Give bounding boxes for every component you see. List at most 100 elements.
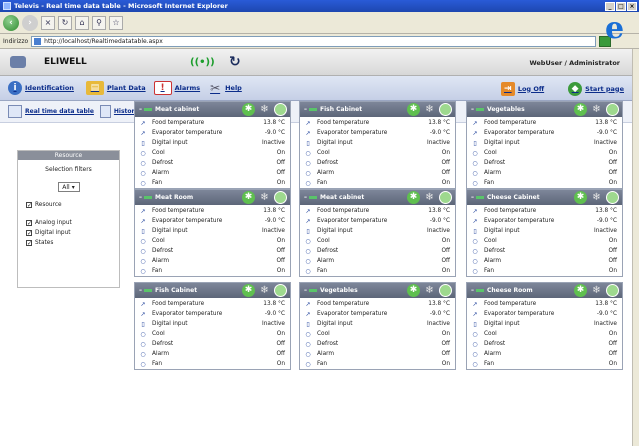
- fan-icon: ✱: [574, 103, 587, 116]
- favorites-icon[interactable]: ☆: [109, 15, 123, 30]
- collapse-icon[interactable]: –: [471, 106, 474, 113]
- status-led-icon: ○: [305, 169, 311, 177]
- cabinet-panel: – Vegetables ✱ ❄ ↗ Food temperature 13.8 °…: [299, 282, 456, 370]
- checkbox-digital-label: Digital input: [35, 230, 71, 236]
- search-icon[interactable]: ⚲: [92, 15, 106, 30]
- row-label: Fan: [317, 361, 328, 367]
- evaporator-icon: ↗: [472, 217, 478, 225]
- collapse-icon[interactable]: –: [139, 106, 142, 113]
- address-bar: Indirizzo http://localhost/Realtimedatat…: [0, 34, 639, 49]
- evaporator-icon: ↗: [305, 129, 311, 137]
- thermometer-icon: ↗: [472, 300, 478, 308]
- row-label: Alarm: [152, 258, 170, 264]
- row-value: Off: [441, 248, 450, 254]
- collapse-icon[interactable]: –: [304, 287, 307, 294]
- row-value: 13.8 °C: [263, 301, 285, 307]
- status-led-icon: ○: [140, 179, 146, 187]
- data-row: ▯ Digital input Inactive: [135, 226, 290, 236]
- minimize-button[interactable]: _: [605, 1, 615, 11]
- close-button[interactable]: ×: [627, 1, 637, 11]
- cabinet-panel: – Meat cabinet ✱ ❄ ↗ Food temperature 13.8…: [299, 189, 456, 277]
- row-value: Off: [608, 248, 617, 254]
- row-value: Inactive: [261, 228, 285, 234]
- checkbox-analog-input[interactable]: ✓ Analog input: [26, 218, 119, 228]
- row-value: Inactive: [593, 140, 617, 146]
- address-input[interactable]: http://localhost/Realtimedatatable.aspx: [31, 35, 597, 47]
- defrost-cycle-icon: [274, 191, 287, 204]
- collapse-icon[interactable]: –: [139, 287, 142, 294]
- menu-identification[interactable]: i Identification: [8, 81, 74, 95]
- menu-help[interactable]: ✂ Help: [208, 81, 242, 95]
- data-row: ▯ Digital input Inactive: [135, 319, 290, 329]
- vertical-scrollbar[interactable]: [632, 49, 639, 446]
- thermometer-icon: ↗: [472, 207, 478, 215]
- checkbox-digital-input[interactable]: ✓ Digital input: [26, 228, 119, 238]
- row-label: Cool: [484, 331, 497, 337]
- cabinet-panel: – Meat cabinet ✱ ❄ ↗ Food temperature 13.8…: [134, 101, 291, 189]
- row-label: Evaporator temperature: [152, 218, 223, 224]
- row-label: Evaporator temperature: [484, 218, 555, 224]
- back-icon[interactable]: ‹: [3, 14, 19, 31]
- collapse-icon[interactable]: –: [304, 106, 307, 113]
- filter-select[interactable]: All ▾: [57, 182, 80, 192]
- snowflake-icon: ❄: [592, 104, 601, 115]
- data-row: ○ Cool On: [300, 236, 455, 246]
- row-label: Evaporator temperature: [317, 311, 388, 317]
- panel-status-icons: ✱ ❄: [574, 103, 619, 116]
- status-led-icon: ○: [472, 330, 478, 338]
- status-flag-icon: [144, 196, 152, 199]
- refresh-page-icon[interactable]: ↻: [58, 15, 72, 30]
- checkbox-states-label: States: [35, 240, 54, 246]
- logoff-link[interactable]: ⇥ Log Off: [500, 81, 544, 96]
- data-row: ↗ Evaporator temperature -9.0 °C: [135, 216, 290, 226]
- panel-rows: ↗ Food temperature 13.8 °C ↗ Evaporator temp…: [467, 117, 622, 188]
- evaporator-icon: ↗: [140, 310, 146, 318]
- defrost-cycle-icon: [274, 103, 287, 116]
- start-page-label: Start page: [585, 84, 624, 93]
- status-flag-icon: [309, 108, 317, 111]
- start-page-link[interactable]: ◆ Start page: [568, 81, 624, 96]
- row-value: Off: [276, 258, 285, 264]
- collapse-icon[interactable]: –: [471, 194, 474, 201]
- address-url: http://localhost/Realtimedatatable.aspx: [44, 37, 163, 45]
- row-label: Digital input: [484, 228, 520, 234]
- status-led-icon: ○: [472, 340, 478, 348]
- maximize-button[interactable]: □: [616, 1, 626, 11]
- status-led-icon: ○: [472, 159, 478, 167]
- panel-rows: ↗ Food temperature 13.8 °C ↗ Evaporator temp…: [300, 117, 455, 188]
- checkbox-icon: ✓: [26, 240, 33, 247]
- window-title: Televis - Real time data table - Microso…: [14, 2, 228, 10]
- collapse-icon[interactable]: –: [304, 194, 307, 201]
- checkbox-states[interactable]: ✓ States: [26, 238, 119, 248]
- collapse-icon[interactable]: –: [471, 287, 474, 294]
- refresh-icon[interactable]: ↻: [229, 54, 241, 70]
- row-label: Alarm: [484, 170, 502, 176]
- row-label: Evaporator temperature: [317, 218, 388, 224]
- row-label: Fan: [484, 268, 495, 274]
- status-flag-icon: [476, 108, 484, 111]
- status-led-icon: ○: [305, 267, 311, 275]
- forward-icon[interactable]: ›: [22, 14, 38, 31]
- data-row: ○ Cool On: [135, 148, 290, 158]
- menu-alarms[interactable]: ! Alarms: [153, 81, 201, 95]
- row-label: Digital input: [152, 228, 188, 234]
- status-led-icon: ○: [472, 169, 478, 177]
- panel-rows: ↗ Food temperature 13.8 °C ↗ Evaporator temp…: [467, 205, 622, 276]
- row-label: Fan: [152, 268, 163, 274]
- fan-icon: ✱: [407, 284, 420, 297]
- home-icon[interactable]: ⌂: [75, 15, 89, 30]
- snowflake-icon: ❄: [592, 192, 601, 203]
- digital-input-icon: ▯: [473, 227, 477, 235]
- checkbox-resource[interactable]: ✓ Resource: [26, 200, 119, 210]
- tab-real-time-data-table[interactable]: Real time data table: [8, 105, 94, 118]
- status-led-icon: ○: [140, 257, 146, 265]
- window-controls: _ □ ×: [605, 1, 637, 11]
- panel-status-icons: ✱ ❄: [242, 284, 287, 297]
- stop-icon[interactable]: ×: [41, 15, 55, 30]
- data-row: ○ Fan On: [467, 266, 622, 276]
- cabinet-panel: – Fish Cabinet ✱ ❄ ↗ Food temperature 13.8…: [134, 282, 291, 370]
- menu-alarms-label: Alarms: [174, 84, 201, 92]
- menu-plant-data[interactable]: ▤ Plant Data: [85, 81, 146, 95]
- collapse-icon[interactable]: –: [139, 194, 142, 201]
- panel-title: Meat cabinet: [320, 194, 365, 201]
